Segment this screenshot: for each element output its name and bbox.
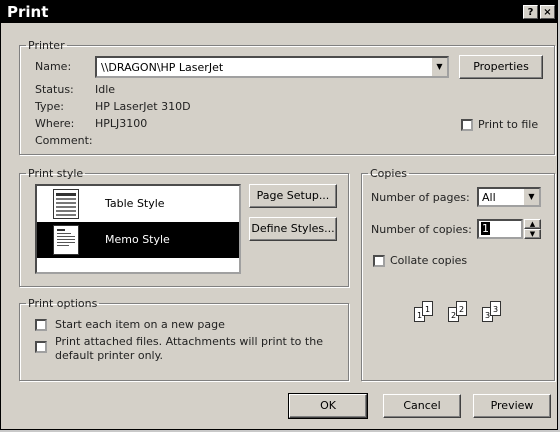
collate-page: 3 [490, 301, 501, 316]
printer-name-value: \\DRAGON\HP LaserJet [101, 61, 224, 74]
help-button[interactable]: ? [523, 5, 538, 19]
collate-page: 2 [456, 301, 467, 316]
print-to-file-label[interactable]: Print to file [478, 118, 538, 131]
define-styles-button[interactable]: Define Styles... [249, 217, 337, 241]
attached-files-checkbox[interactable] [35, 341, 47, 353]
style-item-table[interactable]: Table Style [37, 186, 239, 222]
number-of-pages-label: Number of pages: [371, 191, 470, 204]
print-dialog: Print ? × Printer Name: \\DRAGON\HP Lase… [0, 0, 558, 430]
printer-name-select[interactable]: \\DRAGON\HP LaserJet ▼ [95, 56, 449, 78]
where-value: HPLJ3100 [95, 117, 148, 130]
printer-legend: Printer [28, 39, 65, 52]
chevron-down-icon[interactable]: ▼ [431, 58, 447, 76]
new-page-label[interactable]: Start each item on a new page [55, 318, 225, 331]
style-list[interactable]: Table Style Memo Style [35, 184, 241, 274]
printer-name-label: Name: [35, 60, 72, 73]
collate-label[interactable]: Collate copies [390, 254, 467, 267]
number-of-copies-label: Number of copies: [371, 223, 472, 236]
attached-files-label-line1[interactable]: Print attached files. Attachments will p… [55, 335, 323, 348]
style-item-label: Memo Style [105, 233, 170, 246]
where-label: Where: [35, 117, 75, 130]
cancel-button[interactable]: Cancel [383, 394, 461, 418]
status-value: Idle [95, 83, 116, 96]
collate-page: 1 [422, 301, 433, 316]
dialog-title: Print [7, 3, 49, 21]
comment-label: Comment: [35, 134, 93, 147]
ok-button[interactable]: OK [288, 393, 368, 419]
style-item-label: Table Style [105, 197, 165, 210]
close-button[interactable]: × [540, 5, 555, 19]
new-page-checkbox[interactable] [35, 319, 47, 331]
style-item-memo[interactable]: Memo Style [37, 222, 239, 258]
copies-legend: Copies [370, 167, 407, 180]
number-of-pages-value: All [482, 191, 496, 204]
collate-checkbox[interactable] [373, 255, 385, 267]
print-style-legend: Print style [28, 167, 84, 180]
preview-button[interactable]: Preview [473, 394, 551, 418]
number-of-copies-input[interactable]: 1 [477, 219, 523, 239]
number-of-copies-value: 1 [481, 222, 490, 235]
spin-up-icon[interactable]: ▲ [524, 219, 541, 229]
print-to-file-checkbox[interactable] [461, 119, 473, 131]
chevron-down-icon[interactable]: ▼ [523, 189, 539, 205]
type-value: HP LaserJet 310D [95, 100, 191, 113]
properties-button[interactable]: Properties [459, 55, 543, 79]
table-style-icon [53, 189, 79, 219]
attached-files-label-line2[interactable]: default printer only. [55, 349, 163, 362]
type-label: Type: [35, 100, 64, 113]
status-label: Status: [35, 83, 74, 96]
number-of-pages-select[interactable]: All ▼ [477, 187, 541, 207]
spin-down-icon[interactable]: ▼ [524, 229, 541, 239]
print-options-legend: Print options [28, 297, 98, 310]
memo-style-icon [53, 225, 79, 255]
page-setup-button[interactable]: Page Setup... [249, 184, 337, 208]
title-bar: Print ? × [1, 1, 557, 23]
